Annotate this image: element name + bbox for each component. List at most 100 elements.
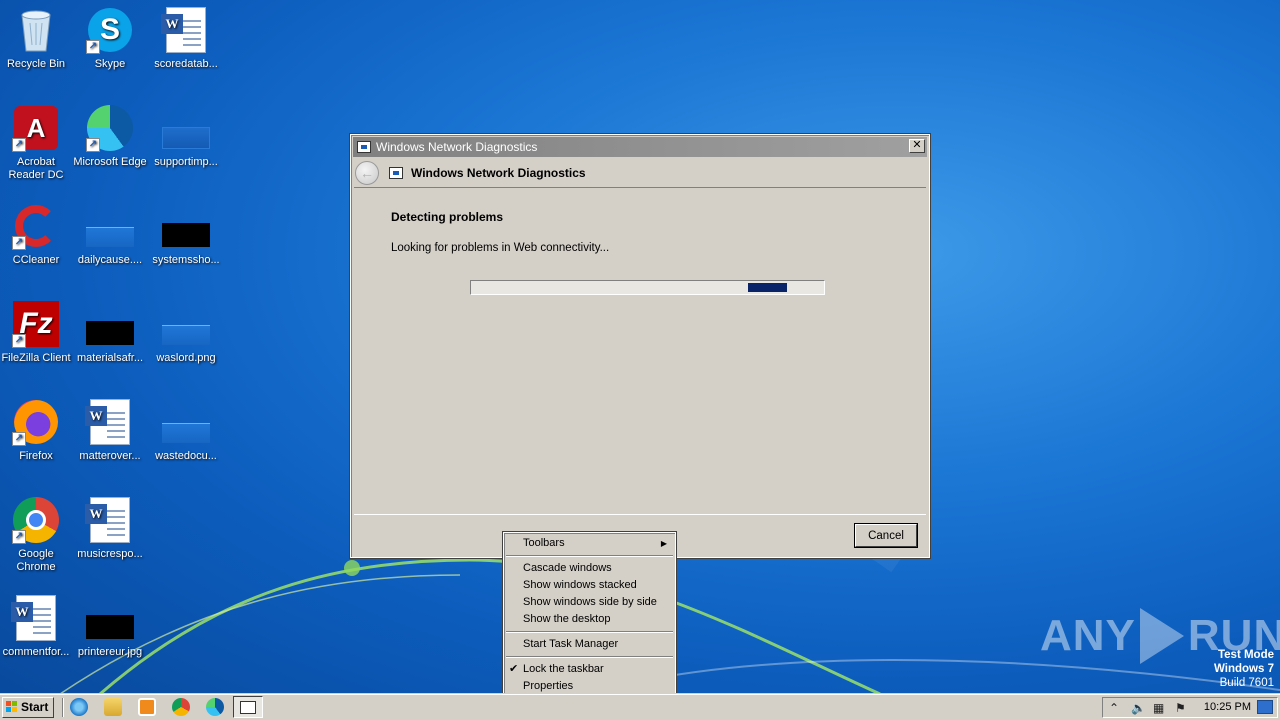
menu-item-properties[interactable]: Properties <box>504 678 675 695</box>
chrome-icon: ↗ <box>12 496 60 544</box>
watermark-text-left: ANY <box>1040 611 1136 660</box>
desktop-icon-label: FileZilla Client <box>1 352 71 364</box>
file-explorer-icon[interactable] <box>104 698 122 716</box>
show-hidden-icons-icon[interactable]: ⌃ <box>1109 701 1119 715</box>
network-icon[interactable]: ▦ <box>1153 701 1164 715</box>
word-document-icon: W <box>85 398 134 446</box>
desktop-icon-label: scoredatab... <box>154 58 218 70</box>
menu-item-toolbars[interactable]: Toolbars ▶ <box>504 535 675 552</box>
desktop-icon-acrobat[interactable]: A ↗ Acrobat Reader DC <box>0 104 74 182</box>
desktop-icon-systemssho[interactable]: systemssho... <box>148 202 224 267</box>
desktop-icon-waslord[interactable]: waslord.png <box>148 300 224 365</box>
desktop-icon-label: Acrobat Reader DC <box>8 156 64 181</box>
image-file-icon <box>162 398 210 446</box>
start-label: Start <box>21 700 49 714</box>
desktop-icon-chrome[interactable]: ↗ Google Chrome <box>0 496 74 574</box>
menu-item-label: Cascade windows <box>523 562 612 574</box>
taskbar-active-network-diagnostics[interactable] <box>233 696 263 718</box>
progress-indicator <box>748 283 787 292</box>
checkmark-icon: ✔ <box>509 663 519 675</box>
desktop-icon-printereur[interactable]: printereur.jpg <box>72 594 148 659</box>
network-diagnostics-icon <box>240 701 256 714</box>
desktop-icon-matterover[interactable]: W matterover... <box>72 398 148 463</box>
desktop-icon-filezilla[interactable]: Fz ↗ FileZilla Client <box>0 300 74 365</box>
desktop-icon-commentfor[interactable]: W commentfor... <box>0 594 74 659</box>
dialog-titlebar[interactable]: Windows Network Diagnostics <box>353 137 927 157</box>
edge-icon[interactable] <box>206 698 224 716</box>
test-mode-line: Test Mode <box>1217 649 1274 661</box>
desktop-icon-wastedocu[interactable]: wastedocu... <box>148 398 224 463</box>
clock[interactable]: 10:25 PM <box>1204 701 1251 713</box>
word-document-icon: W <box>11 594 60 642</box>
detecting-heading: Detecting problems <box>391 210 504 224</box>
taskbar[interactable]: Start ⌃ 🔈 ▦ ⚑ 10:25 PM <box>0 694 1280 720</box>
desktop-icon-musicrespo[interactable]: W musicrespo... <box>72 496 148 561</box>
menu-item-side-by-side[interactable]: Show windows side by side <box>504 594 675 611</box>
volume-icon[interactable]: 🔈 <box>1131 701 1146 715</box>
menu-item-label: Show windows side by side <box>523 596 657 608</box>
desktop-icon-label: wastedocu... <box>155 450 217 462</box>
media-player-icon[interactable] <box>138 698 156 716</box>
desktop-icon-skype[interactable]: S ↗ Skype <box>72 6 148 71</box>
taskbar-context-menu: Toolbars ▶ Cascade windows Show windows … <box>502 531 677 702</box>
desktop-icon-label: Skype <box>94 58 126 70</box>
word-document-icon: W <box>85 496 134 544</box>
header-title: Windows Network Diagnostics <box>411 166 586 180</box>
image-file-icon <box>162 202 210 250</box>
image-file-icon <box>162 300 210 348</box>
close-button[interactable]: ✕ <box>909 139 925 153</box>
desktop-icon-label: musicrespo... <box>77 548 143 560</box>
desktop-icon-recycle-bin[interactable]: Recycle Bin <box>0 6 74 71</box>
menu-item-label: Toolbars <box>523 537 565 549</box>
show-desktop-icon[interactable] <box>1257 700 1273 714</box>
desktop-icon-ccleaner[interactable]: ↗ CCleaner <box>0 202 74 267</box>
menu-item-show-stacked[interactable]: Show windows stacked <box>504 577 675 594</box>
image-file-icon <box>86 594 134 642</box>
progress-bar <box>470 280 825 295</box>
menu-item-label: Show windows stacked <box>523 579 637 591</box>
desktop-icon-label: Google Chrome <box>16 548 56 573</box>
desktop-icon-dailycause[interactable]: dailycause.... <box>72 202 148 267</box>
recycle-bin-icon <box>12 6 60 54</box>
menu-item-task-manager[interactable]: Start Task Manager <box>504 636 675 653</box>
desktop-icon-label: matterover... <box>79 450 141 462</box>
start-button[interactable]: Start <box>2 697 54 718</box>
taskbar-separator <box>62 698 64 717</box>
menu-separator <box>506 656 673 658</box>
menu-item-lock-taskbar[interactable]: ✔ Lock the taskbar <box>504 661 675 678</box>
desktop-icon-label: Microsoft Edge <box>73 156 147 168</box>
image-file-icon <box>86 202 134 250</box>
desktop-icon-scoredatab[interactable]: W scoredatab... <box>148 6 224 71</box>
menu-item-cascade-windows[interactable]: Cascade windows <box>504 560 675 577</box>
submenu-arrow-icon: ▶ <box>660 539 667 548</box>
desktop-icon-supportimp[interactable]: supportimp... <box>148 104 224 169</box>
ccleaner-icon: ↗ <box>12 202 60 250</box>
desktop-icon-label: systemssho... <box>152 254 220 266</box>
edge-icon: ↗ <box>86 104 134 152</box>
action-center-flag-icon[interactable]: ⚑ <box>1175 701 1186 715</box>
system-tray: ⌃ 🔈 ▦ ⚑ 10:25 PM <box>1102 697 1278 718</box>
dialog-content: Detecting problems Looking for problems … <box>354 187 926 515</box>
menu-item-label: Lock the taskbar <box>523 663 604 675</box>
desktop-icon-label: Firefox <box>19 450 53 462</box>
desktop-icon-label: materialsafr... <box>76 352 144 364</box>
cancel-button[interactable]: Cancel <box>854 523 918 548</box>
filezilla-icon: Fz ↗ <box>12 300 60 348</box>
menu-item-label: Properties <box>523 680 574 692</box>
desktop-icon-materialsafr[interactable]: materialsafr... <box>72 300 148 365</box>
desktop-icon-firefox[interactable]: ↗ Firefox <box>0 398 74 463</box>
menu-separator <box>506 555 673 557</box>
acrobat-icon: A ↗ <box>12 104 60 152</box>
play-icon <box>1139 608 1184 664</box>
dialog-header: ← Windows Network Diagnostics <box>351 159 929 187</box>
windows-logo-icon <box>6 701 18 713</box>
image-file-icon <box>86 300 134 348</box>
word-document-icon: W <box>161 6 210 54</box>
internet-explorer-icon[interactable] <box>70 698 88 716</box>
menu-separator <box>506 631 673 633</box>
back-arrow-icon[interactable]: ← <box>355 161 379 185</box>
chrome-icon[interactable] <box>172 698 190 716</box>
desktop-icon-edge[interactable]: ↗ Microsoft Edge <box>72 104 148 169</box>
menu-item-show-desktop[interactable]: Show the desktop <box>504 611 675 628</box>
skype-icon: S ↗ <box>86 6 134 54</box>
